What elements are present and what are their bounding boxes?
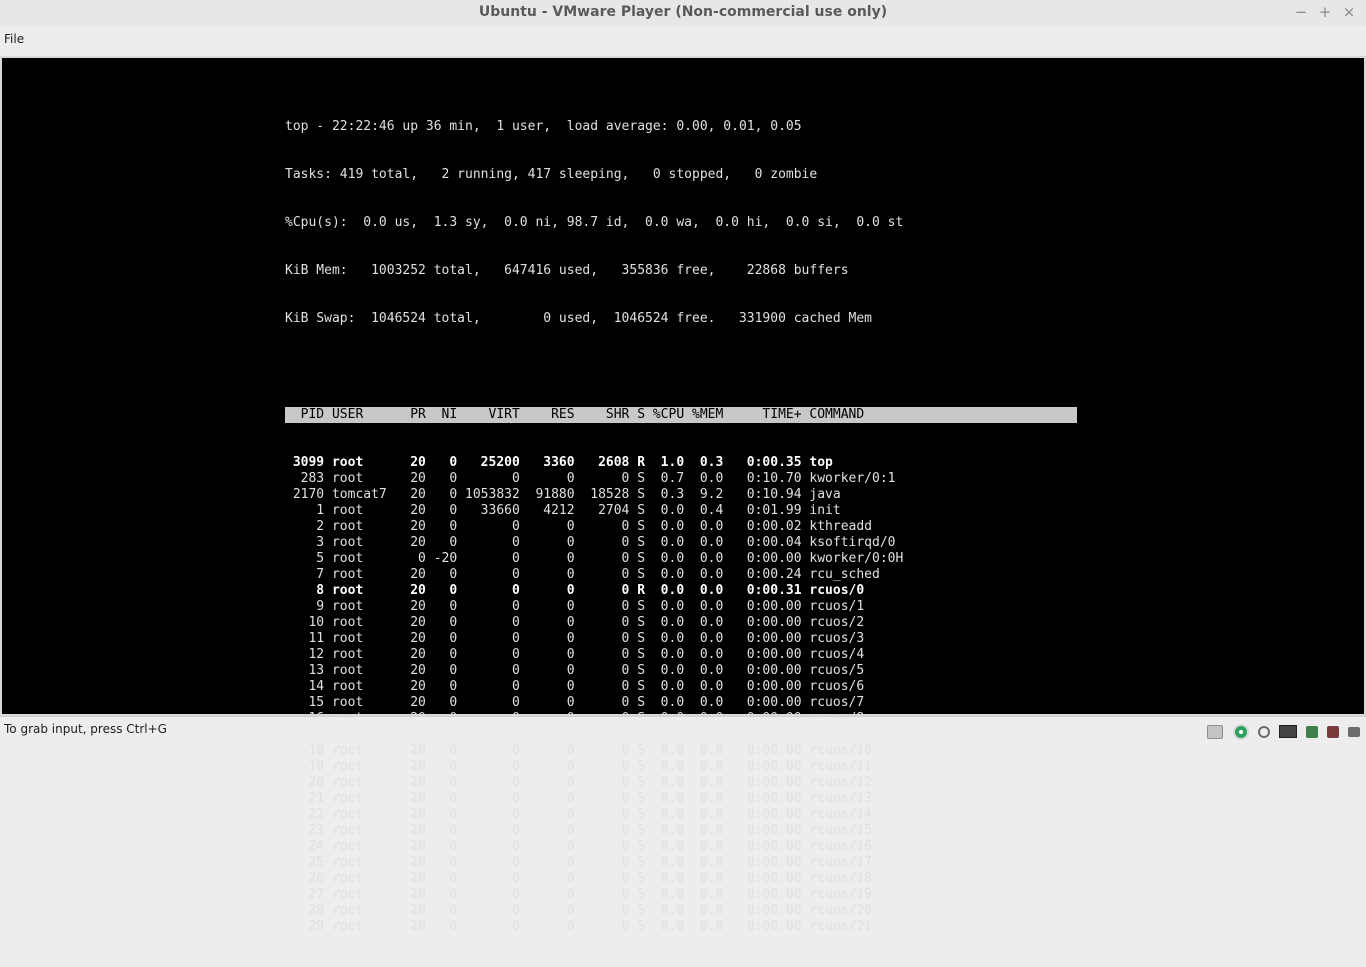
process-row: 20 root 20 0 0 0 0 S 0.0 0.0 0:00.00 rcu… bbox=[285, 775, 872, 790]
search-device-icon[interactable] bbox=[1257, 725, 1270, 738]
process-row: 22 root 20 0 0 0 0 S 0.0 0.0 0:00.00 rcu… bbox=[285, 807, 872, 822]
process-row: 10 root 20 0 0 0 0 S 0.0 0.0 0:00.00 rcu… bbox=[285, 615, 865, 630]
grab-input-hint: To grab input, press Ctrl+G bbox=[4, 722, 167, 736]
process-row: 19 root 20 0 0 0 0 S 0.0 0.0 0:00.00 rcu… bbox=[285, 759, 872, 774]
process-row: 18 root 20 0 0 0 0 S 0.0 0.0 0:00.00 rcu… bbox=[285, 743, 872, 758]
device-icons-tray bbox=[1203, 721, 1360, 741]
process-row: 14 root 20 0 0 0 0 S 0.0 0.0 0:00.00 rcu… bbox=[285, 679, 865, 694]
process-row: 7 root 20 0 0 0 0 S 0.0 0.0 0:00.24 rcu_… bbox=[285, 567, 880, 582]
process-row: 27 root 20 0 0 0 0 S 0.0 0.0 0:00.00 rcu… bbox=[285, 887, 872, 902]
menu-bar: File bbox=[0, 28, 1366, 52]
process-row: 21 root 20 0 0 0 0 S 0.0 0.0 0:00.00 rcu… bbox=[285, 791, 872, 806]
process-row: 13 root 20 0 0 0 0 S 0.0 0.0 0:00.00 rcu… bbox=[285, 663, 865, 678]
tasks-summary-line: Tasks: 419 total, 2 running, 417 sleepin… bbox=[285, 167, 818, 182]
usb-device-icon[interactable] bbox=[1305, 725, 1318, 738]
process-table-body: 3099 root 20 0 25200 3360 2608 R 1.0 0.3… bbox=[285, 455, 1077, 935]
usb-device-icon[interactable] bbox=[1326, 725, 1339, 738]
cd-dvd-icon[interactable] bbox=[1232, 723, 1249, 740]
process-row: 24 root 20 0 0 0 0 S 0.0 0.0 0:00.00 rcu… bbox=[285, 839, 872, 854]
memory-summary-line: KiB Mem: 1003252 total, 647416 used, 355… bbox=[285, 263, 849, 278]
process-row: 2 root 20 0 0 0 0 S 0.0 0.0 0:00.02 kthr… bbox=[285, 519, 872, 534]
window-title: Ubuntu - VMware Player (Non-commercial u… bbox=[478, 4, 888, 20]
process-row: 3 root 20 0 0 0 0 S 0.0 0.0 0:00.04 ksof… bbox=[285, 535, 896, 550]
process-row: 29 root 20 0 0 0 0 S 0.0 0.0 0:00.00 rcu… bbox=[285, 919, 872, 934]
top-terminal-output: top - 22:22:46 up 36 min, 1 user, load a… bbox=[285, 87, 1077, 967]
close-button[interactable]: × bbox=[1340, 3, 1358, 21]
process-row: 5 root 0 -20 0 0 0 S 0.0 0.0 0:00.00 kwo… bbox=[285, 551, 904, 566]
process-row: 28 root 20 0 0 0 0 S 0.0 0.0 0:00.00 rcu… bbox=[285, 903, 872, 918]
process-row: 283 root 20 0 0 0 0 S 0.7 0.0 0:10.70 kw… bbox=[285, 471, 896, 486]
cpu-summary-line: %Cpu(s): 0.0 us, 1.3 sy, 0.0 ni, 98.7 id… bbox=[285, 215, 904, 230]
process-row: 8 root 20 0 0 0 0 R 0.0 0.0 0:00.31 rcuo… bbox=[285, 583, 865, 598]
process-row: 11 root 20 0 0 0 0 S 0.0 0.0 0:00.00 rcu… bbox=[285, 631, 865, 646]
hard-disk-icon[interactable] bbox=[1207, 724, 1224, 739]
process-table-header: PID USER PR NI VIRT RES SHR S %CPU %MEM … bbox=[285, 407, 1077, 423]
process-row: 25 root 20 0 0 0 0 S 0.0 0.0 0:00.00 rcu… bbox=[285, 855, 872, 870]
process-row: 12 root 20 0 0 0 0 S 0.0 0.0 0:00.00 rcu… bbox=[285, 647, 865, 662]
network-adapter-icon[interactable] bbox=[1278, 725, 1297, 738]
process-row: 9 root 20 0 0 0 0 S 0.0 0.0 0:00.00 rcuo… bbox=[285, 599, 865, 614]
process-row: 2170 tomcat7 20 0 1053832 91880 18528 S … bbox=[285, 487, 841, 502]
uptime-summary-line: top - 22:22:46 up 36 min, 1 user, load a… bbox=[285, 119, 802, 134]
title-bar: Ubuntu - VMware Player (Non-commercial u… bbox=[0, 0, 1366, 26]
process-row: 1 root 20 0 33660 4212 2704 S 0.0 0.4 0:… bbox=[285, 503, 841, 518]
minimize-button[interactable]: − bbox=[1292, 3, 1310, 21]
process-row: 15 root 20 0 0 0 0 S 0.0 0.0 0:00.00 rcu… bbox=[285, 695, 865, 710]
vm-screen[interactable]: top - 22:22:46 up 36 min, 1 user, load a… bbox=[2, 58, 1364, 934]
process-row: 3099 root 20 0 25200 3360 2608 R 1.0 0.3… bbox=[285, 455, 833, 470]
status-bar: To grab input, press Ctrl+G bbox=[0, 716, 1366, 744]
more-devices-icon[interactable] bbox=[1348, 726, 1360, 737]
process-row: 26 root 20 0 0 0 0 S 0.0 0.0 0:00.00 rcu… bbox=[285, 871, 872, 886]
process-row: 23 root 20 0 0 0 0 S 0.0 0.0 0:00.00 rcu… bbox=[285, 823, 872, 838]
vm-display-frame: top - 22:22:46 up 36 min, 1 user, load a… bbox=[0, 56, 1366, 934]
file-menu[interactable]: File bbox=[4, 32, 24, 46]
swap-summary-line: KiB Swap: 1046524 total, 0 used, 1046524… bbox=[285, 311, 872, 326]
maximize-button[interactable]: + bbox=[1316, 3, 1334, 21]
